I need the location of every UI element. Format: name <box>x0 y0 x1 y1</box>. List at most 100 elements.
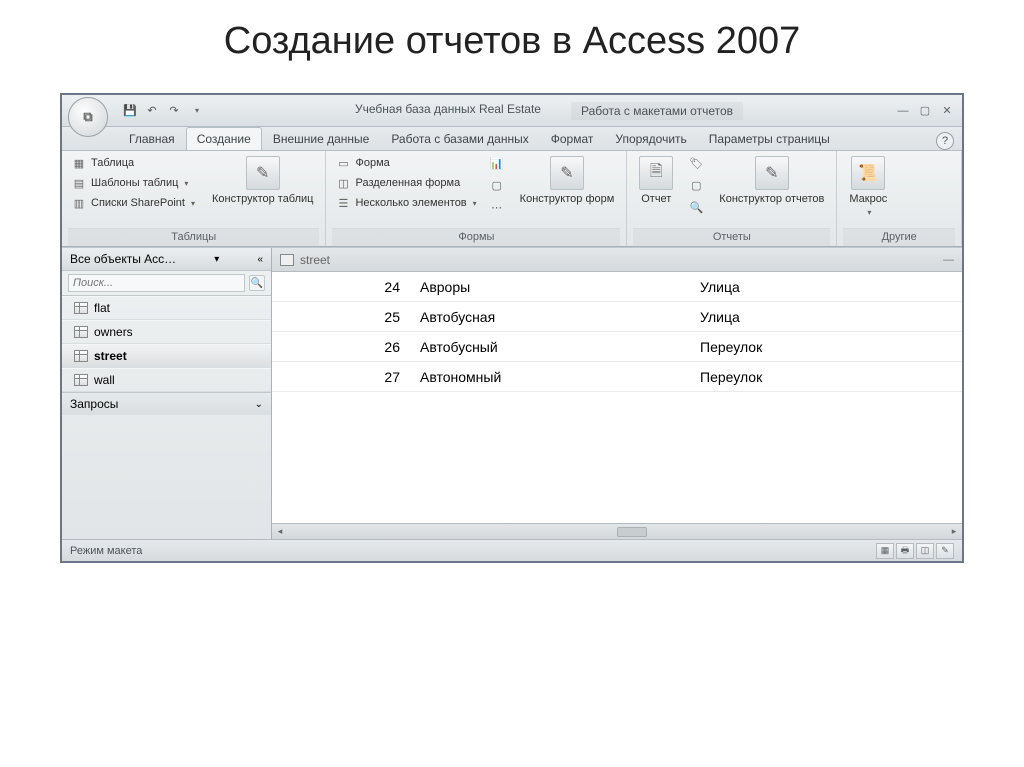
status-bar: Режим макета ▦ 🖶 ◫ ✎ <box>62 539 962 561</box>
tab-format[interactable]: Формат <box>540 127 605 150</box>
ribbon-group-reports: 🗎 Отчет 🏷 ▢ 🔍 ✎ Конструктор отчетов Отче… <box>627 151 837 246</box>
form-button[interactable]: ▭Форма <box>332 154 479 172</box>
scroll-thumb[interactable] <box>617 527 647 537</box>
search-icon[interactable]: 🔍 <box>249 275 265 291</box>
nav-item-label: owners <box>94 325 133 339</box>
help-button[interactable]: ? <box>936 132 954 150</box>
group-label-tables: Таблицы <box>68 228 319 246</box>
tab-page-setup[interactable]: Параметры страницы <box>698 127 841 150</box>
cell-id: 26 <box>272 339 412 355</box>
cell-id: 27 <box>272 369 412 385</box>
tab-database-tools[interactable]: Работа с базами данных <box>380 127 539 150</box>
nav-search: 🔍 <box>62 271 271 296</box>
collapse-icon[interactable]: « <box>257 254 263 265</box>
title-bar: ⧉ 💾 ↶ ↷ Учебная база данных Real Estate … <box>62 95 962 127</box>
report-row[interactable]: 25АвтобуснаяУлица <box>272 302 962 332</box>
group-label-forms: Формы <box>332 228 620 246</box>
report-wizard-icon[interactable]: 🔍 <box>687 198 705 216</box>
scroll-right-icon[interactable]: ▸ <box>946 525 962 539</box>
report-row[interactable]: 26АвтобусныйПереулок <box>272 332 962 362</box>
nav-section-queries[interactable]: Запросы ⌄ <box>62 392 271 415</box>
group-label-other: Другие <box>843 228 955 246</box>
nav-header-label: Все объекты Acc… <box>70 252 176 266</box>
maximize-button[interactable]: ▢ <box>916 104 934 118</box>
report-row[interactable]: 24АврорыУлица <box>272 272 962 302</box>
save-icon[interactable]: 💾 <box>122 103 138 119</box>
form-designer-button[interactable]: ✎ Конструктор форм <box>514 154 621 207</box>
cell-type: Переулок <box>692 369 962 385</box>
document-tab-bar: street — <box>272 248 962 272</box>
scroll-left-icon[interactable]: ◂ <box>272 525 288 539</box>
document-area: street — 24АврорыУлица25АвтобуснаяУлица2… <box>272 248 962 539</box>
tab-external-data[interactable]: Внешние данные <box>262 127 381 150</box>
macro-icon: 📜 <box>851 156 885 190</box>
report-body: 24АврорыУлица25АвтобуснаяУлица26Автобусн… <box>272 272 962 523</box>
labels-icon[interactable]: 🏷 <box>687 154 705 172</box>
cell-type: Переулок <box>692 339 962 355</box>
office-button[interactable]: ⧉ <box>68 97 108 137</box>
work-area: Все объекты Acc… ▾ « 🔍 flat owners street w… <box>62 247 962 539</box>
slide-title: Создание отчетов в Access 2007 <box>0 0 1024 93</box>
cell-name: Авроры <box>412 279 692 295</box>
access-window: ⧉ 💾 ↶ ↷ Учебная база данных Real Estate … <box>60 93 964 563</box>
split-form-button[interactable]: ◫Разделенная форма <box>332 174 479 192</box>
more-forms-icon[interactable]: ⋯ <box>488 198 506 216</box>
nav-item-owners[interactable]: owners <box>62 320 271 344</box>
nav-pane-header[interactable]: Все объекты Acc… ▾ « <box>62 248 271 271</box>
qat-dropdown-icon[interactable] <box>188 103 204 119</box>
table-templates-button[interactable]: ▤Шаблоны таблиц <box>68 174 198 192</box>
close-button[interactable]: ✕ <box>938 104 956 118</box>
horizontal-scrollbar[interactable]: ◂ ▸ <box>272 523 962 539</box>
nav-item-wall[interactable]: wall <box>62 368 271 392</box>
status-text: Режим макета <box>70 545 142 557</box>
minimize-button[interactable]: — <box>894 104 912 118</box>
report-button[interactable]: 🗎 Отчет <box>633 154 679 207</box>
nav-item-label: wall <box>94 373 115 387</box>
report-row[interactable]: 27АвтономныйПереулок <box>272 362 962 392</box>
table-icon <box>74 302 88 314</box>
view-report-icon[interactable]: ▦ <box>876 543 894 559</box>
sharepoint-lists-button[interactable]: ▥Списки SharePoint <box>68 194 198 212</box>
nav-item-street[interactable]: street <box>62 344 271 368</box>
view-print-icon[interactable]: 🖶 <box>896 543 914 559</box>
nav-item-label: street <box>94 349 127 363</box>
cell-type: Улица <box>692 279 962 295</box>
designer-icon: ✎ <box>246 156 280 190</box>
document-tab-title[interactable]: street <box>300 253 330 267</box>
table-icon: ▦ <box>71 155 87 171</box>
ribbon-group-tables: ▦Таблица ▤Шаблоны таблиц ▥Списки SharePo… <box>62 151 326 246</box>
tab-arrange[interactable]: Упорядочить <box>604 127 697 150</box>
view-layout-icon[interactable]: ◫ <box>916 543 934 559</box>
ribbon-group-forms: ▭Форма ◫Разделенная форма ☰Несколько эле… <box>326 151 627 246</box>
split-form-icon: ◫ <box>335 175 351 191</box>
view-design-icon[interactable]: ✎ <box>936 543 954 559</box>
nav-item-flat[interactable]: flat <box>62 296 271 320</box>
report-designer-button[interactable]: ✎ Конструктор отчетов <box>713 154 830 207</box>
table-button[interactable]: ▦Таблица <box>68 154 198 172</box>
search-input[interactable] <box>68 274 245 292</box>
macro-button[interactable]: 📜 Макрос <box>843 154 893 219</box>
report-designer-icon: ✎ <box>755 156 789 190</box>
form-icon: ▭ <box>335 155 351 171</box>
nav-item-label: flat <box>94 301 110 315</box>
group-label-reports: Отчеты <box>633 228 830 246</box>
chevron-down-icon: ▾ <box>214 254 219 265</box>
tab-home[interactable]: Главная <box>118 127 186 150</box>
table-icon <box>74 326 88 338</box>
window-title: Учебная база данных Real Estate <box>355 102 541 120</box>
doc-minimize-icon[interactable]: — <box>943 254 954 266</box>
multi-items-button[interactable]: ☰Несколько элементов <box>332 194 479 212</box>
blank-form-icon[interactable]: ▢ <box>488 176 506 194</box>
tab-create[interactable]: Создание <box>186 127 262 150</box>
ribbon-tabs: Главная Создание Внешние данные Работа с… <box>62 127 962 151</box>
table-designer-button[interactable]: ✎ Конструктор таблиц <box>206 154 319 207</box>
template-icon: ▤ <box>71 175 87 191</box>
sharepoint-icon: ▥ <box>71 195 87 211</box>
pivotchart-icon[interactable]: 📊 <box>488 154 506 172</box>
report-doc-icon <box>280 254 294 266</box>
undo-icon[interactable]: ↶ <box>144 103 160 119</box>
blank-report-icon[interactable]: ▢ <box>687 176 705 194</box>
quick-access-toolbar: 💾 ↶ ↷ <box>122 103 204 119</box>
redo-icon[interactable]: ↷ <box>166 103 182 119</box>
cell-name: Автобусная <box>412 309 692 325</box>
